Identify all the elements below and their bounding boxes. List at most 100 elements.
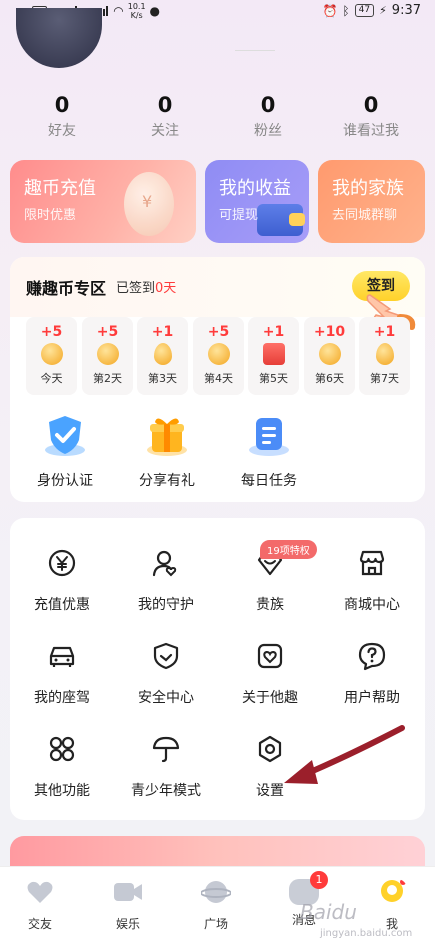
func-settings[interactable]: 设置 xyxy=(218,734,322,800)
gift-box-icon xyxy=(262,343,285,365)
signin-status-prefix: 已签到 xyxy=(116,281,156,296)
avatar[interactable] xyxy=(16,8,102,68)
day-label: 第3天 xyxy=(148,372,177,385)
task-list-icon xyxy=(249,418,289,456)
tab-label: 娱乐 xyxy=(115,917,140,931)
income-card[interactable]: 我的收益 可提现 xyxy=(205,160,309,243)
func-about[interactable]: 关于他趣 xyxy=(218,641,322,707)
wifi-icon: ◠ xyxy=(113,4,124,18)
car-icon xyxy=(49,646,75,667)
signin-day[interactable]: +5 第4天 xyxy=(193,317,244,395)
func-teen-mode[interactable]: 青少年模式 xyxy=(114,734,218,800)
stat-label: 粉丝 xyxy=(254,123,282,139)
func-label: 充值优惠 xyxy=(34,597,90,613)
func-label: 商城中心 xyxy=(344,597,400,613)
func-label: 其他功能 xyxy=(34,783,90,799)
net-speed: 10.1 xyxy=(127,2,146,11)
func-user-help[interactable]: 用户帮助 xyxy=(320,641,424,707)
shield-icon xyxy=(153,642,179,670)
func-label: 用户帮助 xyxy=(344,690,400,706)
tab-label: 交友 xyxy=(27,917,52,931)
family-card[interactable]: 我的家族 去同城群聊 xyxy=(318,160,425,243)
signin-day[interactable]: +5 今天 xyxy=(26,317,77,395)
task-share[interactable]: 分享有礼 xyxy=(117,412,217,490)
func-mall-center[interactable]: 商城中心 xyxy=(320,548,424,614)
tab-me[interactable]: 我 xyxy=(357,879,427,932)
stat-label: 关注 xyxy=(151,123,179,139)
day-bonus: +1 xyxy=(151,324,174,340)
guardian-icon xyxy=(152,550,177,577)
func-label: 安全中心 xyxy=(138,690,194,706)
tab-square[interactable]: 广场 xyxy=(181,879,251,932)
unread-badge: 1 xyxy=(310,871,328,889)
coin-icon xyxy=(96,343,119,365)
stat-fans[interactable]: 0 粉丝 xyxy=(223,92,313,140)
divider xyxy=(235,50,275,51)
coin-icon xyxy=(318,343,341,365)
signin-day[interactable]: +1 第3天 xyxy=(137,317,188,395)
signin-day[interactable]: +1 第7天 xyxy=(359,317,410,395)
func-my-vehicle[interactable]: 我的座驾 xyxy=(10,641,114,707)
tab-label: 广场 xyxy=(203,917,228,931)
baidu-watermark-url: jingyan.baidu.com xyxy=(320,928,413,939)
alarm-icon: ⏰ xyxy=(322,3,338,18)
video-tab-icon xyxy=(114,883,142,901)
func-other[interactable]: 其他功能 xyxy=(10,734,114,800)
func-label: 我的守护 xyxy=(138,597,194,613)
tab-friends[interactable]: 交友 xyxy=(5,879,75,932)
func-my-guardian[interactable]: 我的守护 xyxy=(114,548,218,614)
func-label: 设置 xyxy=(256,783,284,799)
heart-box-icon xyxy=(257,643,283,669)
signin-day[interactable]: +5 第2天 xyxy=(82,317,133,395)
day-bonus: +5 xyxy=(96,324,119,340)
net-unit: K/s xyxy=(130,11,143,20)
signin-day[interactable]: +1 第5天 xyxy=(248,317,299,395)
me-tab-icon xyxy=(381,879,406,902)
umbrella-icon xyxy=(152,736,180,763)
task-label: 每日任务 xyxy=(241,473,297,489)
recharge-card[interactable]: 趣币充值 限时优惠 xyxy=(10,160,196,243)
task-identity[interactable]: 身份认证 xyxy=(15,412,115,490)
day-label: 第2天 xyxy=(93,372,122,385)
task-daily[interactable]: 每日任务 xyxy=(219,412,319,490)
card-title: 趣币充值 xyxy=(24,178,96,199)
day-label: 第5天 xyxy=(259,372,288,385)
signin-status: 已签到0天 xyxy=(116,277,176,296)
shield-check-icon xyxy=(45,416,85,456)
settings-hexagon-icon xyxy=(258,735,282,763)
coin-icon xyxy=(124,172,174,236)
egg-icon xyxy=(375,343,394,365)
planet-tab-icon xyxy=(200,881,232,903)
yuan-coin-icon xyxy=(48,549,76,577)
gift-icon xyxy=(147,418,187,456)
stat-value: 0 xyxy=(260,93,276,117)
charging-icon: ⚡ xyxy=(379,4,387,17)
card-subtitle: 可提现 xyxy=(219,208,259,223)
coin-icon xyxy=(207,343,230,365)
help-icon xyxy=(358,642,386,671)
vip-privilege-badge: 19项特权 xyxy=(260,540,317,559)
stat-following[interactable]: 0 关注 xyxy=(120,92,210,140)
stat-label: 谁看过我 xyxy=(343,123,399,139)
stat-label: 好友 xyxy=(48,123,76,139)
day-bonus: +1 xyxy=(373,324,396,340)
battery-icon: 47 xyxy=(354,4,375,17)
egg-icon xyxy=(153,343,172,365)
card-subtitle: 限时优惠 xyxy=(24,208,77,223)
day-bonus: +10 xyxy=(313,324,346,340)
signin-day[interactable]: +10 第6天 xyxy=(304,317,355,395)
stat-value: 0 xyxy=(363,93,379,117)
store-icon xyxy=(359,550,385,576)
chat-bubble-icon: ● xyxy=(149,4,161,18)
func-security-center[interactable]: 安全中心 xyxy=(114,641,218,707)
heart-tab-icon xyxy=(27,881,53,903)
grid-icon xyxy=(49,736,75,762)
stat-visitors[interactable]: 0 谁看过我 xyxy=(326,92,416,140)
day-label: 第7天 xyxy=(370,372,399,385)
stat-friends[interactable]: 0 好友 xyxy=(17,92,107,140)
func-recharge-discount[interactable]: 充值优惠 xyxy=(10,548,114,614)
stat-value: 0 xyxy=(157,93,173,117)
clock: 9:37 xyxy=(391,3,421,18)
card-title: 我的家族 xyxy=(332,178,404,199)
tab-entertainment[interactable]: 娱乐 xyxy=(93,879,163,932)
